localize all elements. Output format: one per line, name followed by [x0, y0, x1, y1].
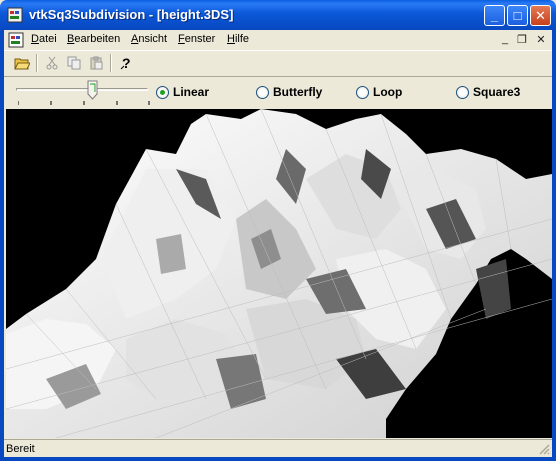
mdi-restore-button[interactable]: ❐: [515, 33, 529, 46]
radio-linear-label[interactable]: Linear: [173, 85, 209, 99]
toolbar: ?: [4, 50, 552, 74]
menu-bearbeiten[interactable]: Bearbeiten: [67, 33, 120, 45]
menu-fenster[interactable]: Fenster: [178, 33, 215, 45]
open-folder-icon[interactable]: [12, 53, 32, 73]
resize-grip-icon[interactable]: [538, 443, 550, 455]
level-slider-thumb[interactable]: [87, 80, 98, 100]
menu-datei-mnemonic: D: [31, 33, 39, 45]
minimize-button[interactable]: _: [484, 5, 505, 26]
radio-butterfly-button[interactable]: [256, 85, 269, 99]
status-text: Bereit: [6, 443, 35, 455]
toolbar-separator: [36, 54, 38, 72]
maximize-button[interactable]: □: [507, 5, 528, 26]
menu-hilfe-mnemonic: H: [227, 33, 235, 45]
document-icon[interactable]: [8, 32, 24, 48]
menu-ansicht[interactable]: Ansicht: [131, 33, 167, 45]
window-frame-right: [552, 30, 556, 461]
mdi-minimize-button[interactable]: _: [498, 33, 512, 45]
level-slider-ticks: [18, 101, 150, 105]
height-map-surface: [6, 109, 552, 438]
menu-datei-label: atei: [38, 33, 57, 45]
radio-loop[interactable]: Loop: [356, 85, 402, 99]
window-frame-bottom: [0, 457, 556, 461]
radio-square3-label[interactable]: Square3: [473, 85, 520, 99]
menu-hilfe-label: ilfe: [234, 33, 250, 45]
mdi-close-button[interactable]: ✕: [534, 33, 548, 46]
copy-icon[interactable]: [64, 53, 84, 73]
help-icon[interactable]: ?: [116, 53, 136, 73]
subdivision-controls: Linear Butterfly Loop Square3: [4, 76, 552, 109]
toolbar-separator: [110, 54, 112, 72]
radio-square3-button[interactable]: [456, 85, 469, 99]
radio-linear-button[interactable]: [156, 85, 169, 99]
radio-butterfly[interactable]: Butterfly: [256, 85, 322, 99]
vtk-app-icon[interactable]: [6, 6, 24, 24]
menu-bearbeiten-label: earbeiten: [74, 33, 121, 45]
status-bar: Bereit: [4, 439, 552, 457]
menu-datei[interactable]: Datei: [31, 33, 57, 45]
cut-icon[interactable]: [42, 53, 62, 73]
svg-text:?: ?: [122, 55, 131, 71]
radio-loop-label[interactable]: Loop: [373, 85, 402, 99]
radio-square3[interactable]: Square3: [456, 85, 520, 99]
menu-fenster-mnemonic: F: [178, 33, 185, 45]
menu-fenster-label: enster: [184, 33, 216, 45]
title-bar[interactable]: vtkSq3Subdivision - [height.3DS] _ □ ✕: [0, 0, 556, 30]
menu-hilfe[interactable]: Hilfe: [227, 33, 249, 45]
radio-butterfly-label[interactable]: Butterfly: [273, 85, 322, 99]
menu-bar: Datei Bearbeiten Ansicht Fenster Hilfe _…: [4, 30, 552, 50]
close-button[interactable]: ✕: [530, 5, 551, 26]
window-title: vtkSq3Subdivision - [height.3DS]: [29, 7, 234, 22]
menu-ansicht-label: nsicht: [138, 33, 168, 45]
radio-linear[interactable]: Linear: [156, 85, 209, 99]
level-slider-track[interactable]: [16, 88, 148, 91]
render-viewport[interactable]: [6, 109, 552, 438]
radio-loop-button[interactable]: [356, 85, 369, 99]
paste-icon[interactable]: [86, 53, 106, 73]
